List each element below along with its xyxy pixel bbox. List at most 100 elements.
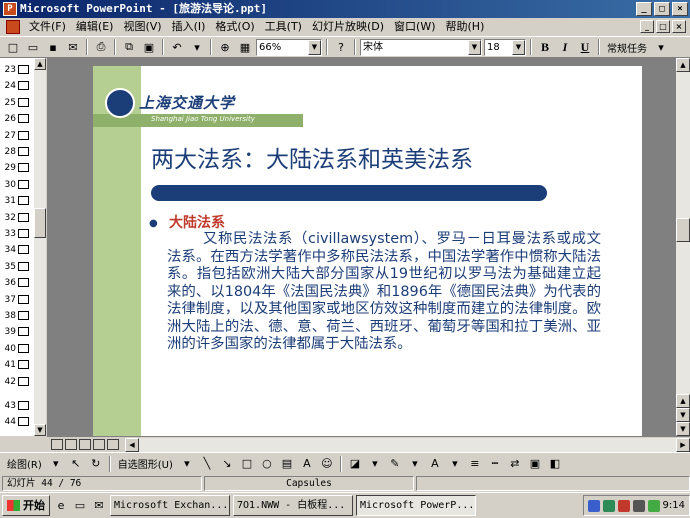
slide-thumbnail-row[interactable]: 43	[0, 398, 34, 414]
new-document-icon[interactable]: □	[4, 38, 22, 56]
tables-icon[interactable]: ▦	[236, 38, 254, 56]
slide-thumbnail-row[interactable]: 31	[0, 193, 34, 209]
slide-thumbnail-icon[interactable]	[18, 97, 29, 107]
start-button[interactable]: 开始	[2, 495, 50, 516]
slide-thumbnail-icon[interactable]	[18, 65, 29, 74]
slide-thumbnail-icon[interactable]	[18, 360, 29, 370]
powerpoint-app-icon[interactable]: P	[3, 2, 17, 16]
scroll-down-arrow[interactable]: ▼	[34, 424, 46, 436]
menu-view[interactable]: 视图(V)	[118, 19, 166, 35]
common-tasks-menu[interactable]: 常规任务	[604, 40, 650, 55]
maximize-button[interactable]: □	[654, 2, 670, 16]
slide-thumbnail-icon[interactable]	[18, 163, 29, 173]
ie-quicklaunch-icon[interactable]: e	[53, 498, 69, 514]
slide-thumbnail-icon[interactable]	[18, 294, 29, 304]
shadow-icon[interactable]: ▣	[526, 455, 544, 473]
insert-hyperlink-icon[interactable]: ⊕	[216, 38, 234, 56]
chevron-down-icon[interactable]: ▾	[406, 455, 424, 473]
slide-thumbnail-icon[interactable]	[18, 261, 29, 271]
slide-thumbnail-icon[interactable]	[18, 81, 29, 91]
outline-view-button[interactable]	[65, 439, 77, 450]
slide-thumbnail-icon[interactable]	[18, 229, 29, 238]
slide-thumbnail-icon[interactable]	[18, 343, 29, 353]
chevron-down-icon[interactable]: ▾	[47, 455, 65, 473]
arrow-style-icon[interactable]: ⇄	[506, 455, 524, 473]
slide-thumbnail-row[interactable]: 40	[0, 341, 34, 357]
free-rotate-icon[interactable]: ↻	[87, 455, 105, 473]
slide-thumbnail-row[interactable]: 36	[0, 275, 34, 291]
slide-thumbnail-row[interactable]: 42	[0, 374, 34, 390]
scroll-up-arrow[interactable]: ▲	[676, 58, 690, 72]
rectangle-icon[interactable]: □	[238, 455, 256, 473]
wordart-icon[interactable]: A	[298, 455, 316, 473]
autoshapes-menu[interactable]: 自选图形(U)	[115, 456, 176, 471]
slide-thumbnail-row[interactable]: 24	[0, 78, 34, 94]
slide-thumbnail-row[interactable]: 25	[0, 95, 34, 111]
main-vertical-scrollbar[interactable]: ▲ ▲ ▼ ▼	[676, 58, 690, 436]
slide-thumbnail-row[interactable]: 30	[0, 177, 34, 193]
chevron-down-icon[interactable]: ▼	[308, 39, 321, 55]
save-icon[interactable]: ▪	[44, 38, 62, 56]
arrow-icon[interactable]: ↘	[218, 455, 236, 473]
prev-slide-icon[interactable]: ▲	[676, 394, 690, 408]
font-combo[interactable]: 宋体 ▼	[360, 38, 482, 56]
print-icon[interactable]: ⎙	[92, 38, 110, 56]
slide-thumbnail-row[interactable]: 32	[0, 210, 34, 226]
textbox-icon[interactable]: ▤	[278, 455, 296, 473]
underline-button[interactable]: U	[576, 38, 594, 56]
bullet-heading[interactable]: 大陆法系	[169, 212, 225, 232]
slide-thumbnail-row[interactable]: 38	[0, 308, 34, 324]
clipart-icon[interactable]: ☺	[318, 455, 336, 473]
redo-icon[interactable]: ▾	[188, 38, 206, 56]
scroll-down-arrow[interactable]: ▼	[676, 422, 690, 436]
slide-thumbnail-row[interactable]: 44	[0, 414, 34, 430]
slide-thumbnail-icon[interactable]	[18, 311, 29, 320]
tray-k-icon[interactable]	[617, 499, 630, 512]
document-icon[interactable]	[6, 20, 20, 34]
chevron-down-icon[interactable]: ▾	[446, 455, 464, 473]
menu-tools[interactable]: 工具(T)	[260, 19, 307, 35]
slide-thumbnail-row[interactable]: 27	[0, 128, 34, 144]
open-folder-icon[interactable]: ▭	[24, 38, 42, 56]
slide-thumbnail-row[interactable]: 35	[0, 259, 34, 275]
chevron-down-icon[interactable]: ▼	[468, 39, 481, 55]
chevron-down-icon[interactable]: ▾	[178, 455, 196, 473]
slide-thumbnail-icon[interactable]	[18, 212, 29, 222]
tray-network-icon[interactable]	[602, 499, 615, 512]
slide-thumbnail-icon[interactable]	[18, 196, 29, 206]
oval-icon[interactable]: ○	[258, 455, 276, 473]
doc-close-button[interactable]: ×	[672, 20, 686, 33]
slideshow-button[interactable]	[107, 439, 119, 450]
scroll-right-arrow[interactable]: ▶	[676, 437, 690, 452]
slide-thumbnail-icon[interactable]	[18, 278, 29, 288]
horizontal-scrollbar[interactable]: ◀ ▶	[125, 437, 690, 452]
bullet-body-text[interactable]: 又称民法法系（civillawsystem）、罗马－日耳曼法系或成文法系。在西方…	[167, 231, 601, 354]
slide-thumbnail-row[interactable]: 28	[0, 144, 34, 160]
menu-edit[interactable]: 编辑(E)	[71, 19, 119, 35]
desktop-quicklaunch-icon[interactable]: ▭	[72, 498, 88, 514]
menu-format[interactable]: 格式(O)	[210, 19, 259, 35]
slide-thumbnail-row[interactable]: 29	[0, 160, 34, 176]
chevron-down-icon[interactable]: ▼	[512, 39, 525, 55]
italic-button[interactable]: I	[556, 38, 574, 56]
minimize-button[interactable]: _	[636, 2, 652, 16]
slide-thumbnail-icon[interactable]	[18, 376, 29, 386]
slide-thumbnail-icon[interactable]	[18, 401, 29, 410]
email-icon[interactable]: ✉	[64, 38, 82, 56]
bold-button[interactable]: B	[536, 38, 554, 56]
task-whiteboard[interactable]: 7O1.NWW - 白板程...	[233, 495, 353, 516]
slide-thumbnail-icon[interactable]	[18, 179, 29, 189]
slide-thumbnail-row[interactable]: 39	[0, 324, 34, 340]
slide-thumbnail-row[interactable]: 41	[0, 357, 34, 373]
line-color-icon[interactable]: ✎	[386, 455, 404, 473]
slide-thumbnail-icon[interactable]	[18, 130, 29, 140]
menu-slideshow[interactable]: 幻灯片放映(D)	[307, 19, 389, 35]
menu-file[interactable]: 文件(F)	[24, 19, 71, 35]
slide-thumbnail-icon[interactable]	[18, 147, 29, 156]
scroll-left-arrow[interactable]: ◀	[125, 437, 139, 452]
line-style-icon[interactable]: ≡	[466, 455, 484, 473]
slide-thumbnail-icon[interactable]	[18, 114, 29, 124]
scroll-thumb[interactable]	[34, 208, 46, 238]
slide-thumbnail-row[interactable]: 34	[0, 242, 34, 258]
outline-scrollbar[interactable]: ▲ ▼	[34, 58, 46, 436]
